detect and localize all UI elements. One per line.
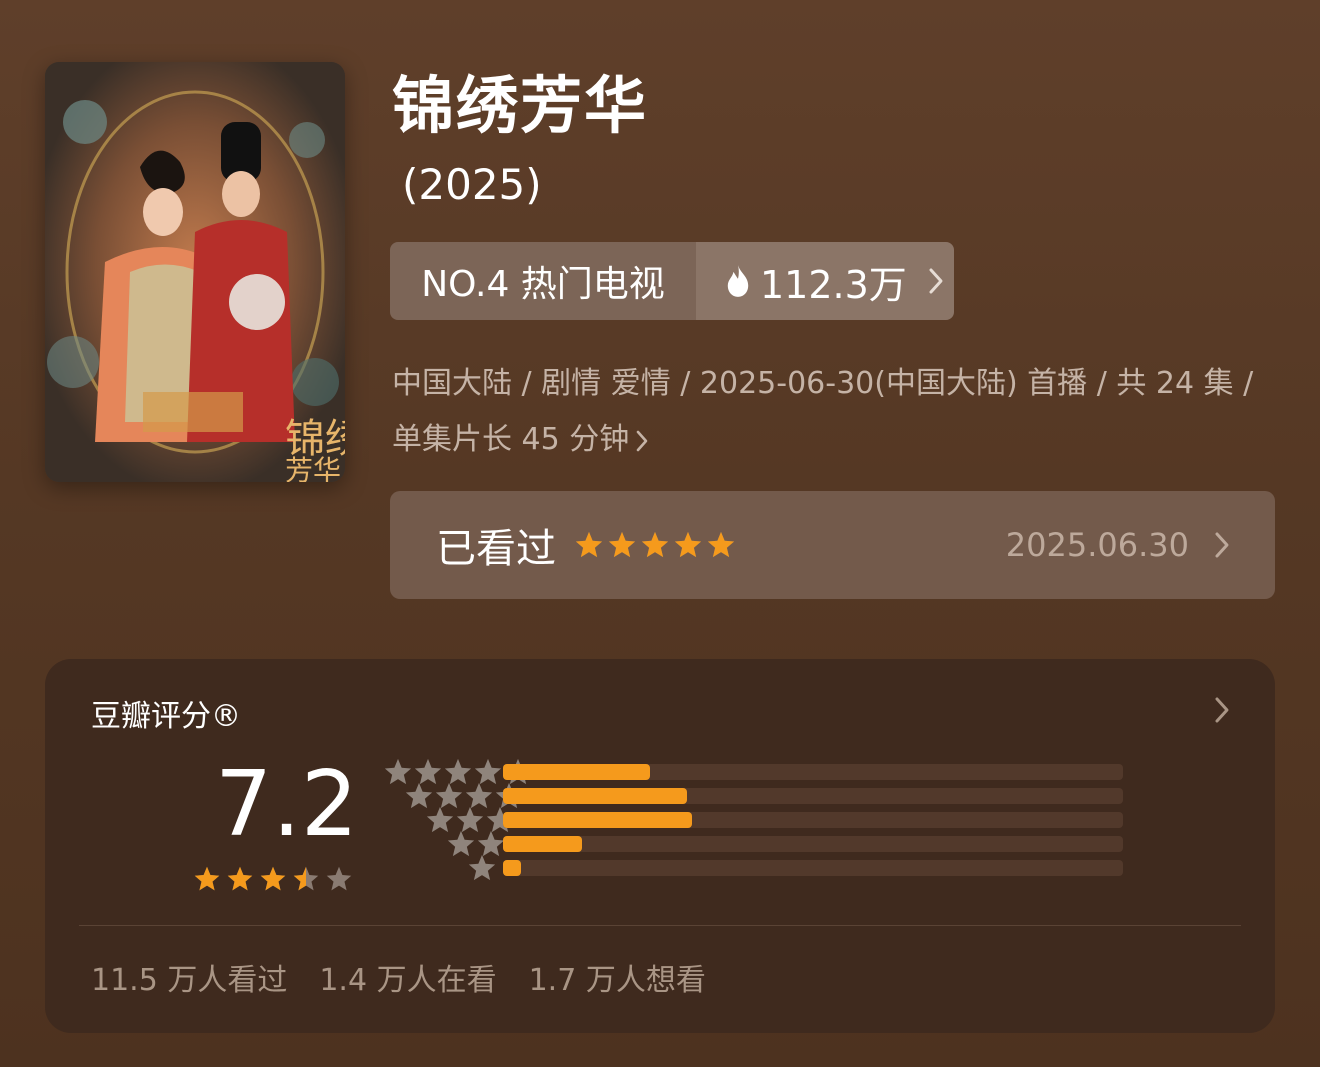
star-icon <box>641 531 669 558</box>
audience-count[interactable]: 1.4 万人在看 <box>319 955 496 999</box>
star-icon <box>575 531 603 558</box>
chevron-right-icon <box>1215 697 1229 723</box>
show-title: 锦绣芳华 <box>392 69 649 142</box>
star-icon <box>194 866 220 891</box>
star-icon <box>260 866 286 891</box>
audience-count[interactable]: 11.5 万人看过 <box>91 955 287 999</box>
distribution-bar-3 <box>503 812 693 828</box>
douban-rating-card[interactable]: 豆瓣评分® 7.2 11.5 万人看过 1.4 万人在看 1.7 万人想看 <box>45 659 1275 1033</box>
meta-text: 中国大陆 / 剧情 爱情 / 2025-06-30(中国大陆) 首播 / 共 2… <box>392 366 1254 457</box>
distribution-bar-track <box>503 836 1123 852</box>
audience-count[interactable]: 1.7 万人想看 <box>529 955 706 999</box>
distribution-stars-3 <box>425 806 515 833</box>
distribution-bar-track <box>503 812 1123 828</box>
distribution-bar-track <box>503 788 1123 804</box>
star-icon <box>227 866 253 891</box>
watched-label: 已看过 <box>436 526 556 572</box>
divider <box>79 925 1241 926</box>
distribution-bar-track <box>503 860 1123 876</box>
distribution-bar-1 <box>503 860 521 876</box>
star-icon <box>468 854 496 881</box>
distribution-bar-2 <box>503 836 582 852</box>
audience-counts: 11.5 万人看过 1.4 万人在看 1.7 万人想看 <box>91 955 706 999</box>
watched-status-bar[interactable]: 已看过 2025.06.30 <box>390 491 1275 599</box>
svg-text:芳华: 芳华 <box>285 454 341 482</box>
distribution-stars-1 <box>467 854 497 881</box>
star-icon <box>707 531 735 558</box>
show-year: (2025) <box>402 160 542 209</box>
distribution-bar-4 <box>503 788 688 804</box>
star-icon <box>674 531 702 558</box>
ranking-badge[interactable]: NO.4 热门电视 112.3万 <box>390 242 954 320</box>
chevron-right-icon <box>636 430 648 451</box>
douban-rating-title: 豆瓣评分® <box>91 699 241 734</box>
douban-score-stars <box>193 865 353 893</box>
flame-icon <box>727 265 749 297</box>
heat-index[interactable]: 112.3万 <box>696 242 954 320</box>
poster-art: 锦绣 芳华 <box>45 62 345 482</box>
star-icon <box>608 531 636 558</box>
star-icon <box>293 866 319 891</box>
distribution-bar-track <box>503 764 1123 780</box>
chevron-right-icon <box>929 268 943 294</box>
chevron-right-icon <box>1215 532 1229 558</box>
heat-value: 112.3万 <box>760 262 907 307</box>
douban-score: 7.2 <box>215 752 359 857</box>
distribution-stars-2 <box>446 830 506 857</box>
star-icon <box>326 866 352 891</box>
show-meta[interactable]: 中国大陆 / 剧情 爱情 / 2025-06-30(中国大陆) 首播 / 共 2… <box>392 356 1262 468</box>
user-rating-stars <box>574 530 736 560</box>
watched-date: 2025.06.30 <box>1005 526 1189 564</box>
distribution-bar-5 <box>503 764 650 780</box>
poster-image[interactable]: 锦绣 芳华 <box>45 62 345 482</box>
rank-label: NO.4 热门电视 <box>390 242 696 320</box>
